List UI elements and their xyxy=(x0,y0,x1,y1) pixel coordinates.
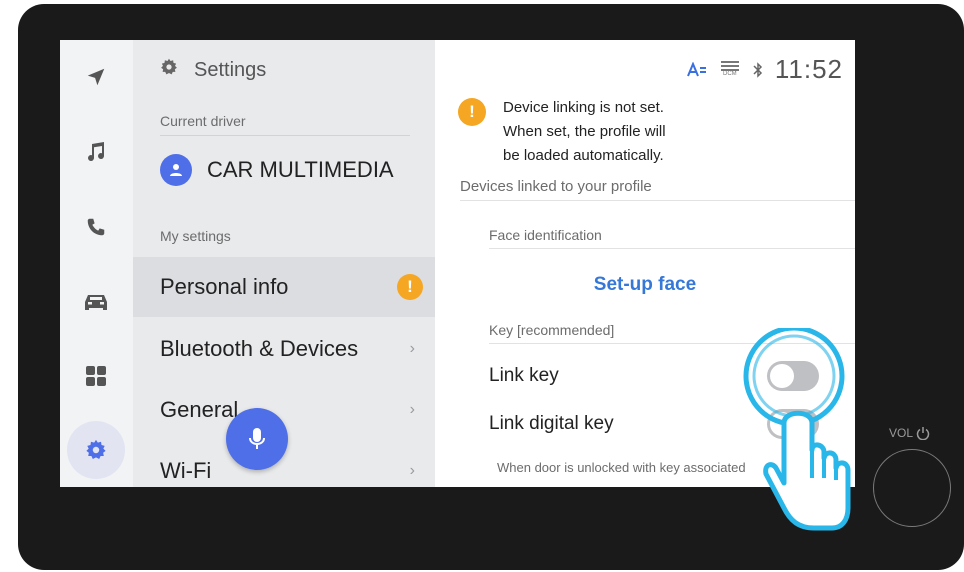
linked-devices-label: Devices linked to your profile xyxy=(460,178,652,195)
settings-item-label: General xyxy=(160,397,239,422)
microphone-icon xyxy=(249,428,265,449)
setup-face-button[interactable]: Set-up face xyxy=(435,274,855,296)
notice-line: Device linking is not set. xyxy=(503,99,664,116)
vol-label: VOL xyxy=(889,426,930,440)
car-icon[interactable] xyxy=(76,282,116,322)
navigation-icon[interactable] xyxy=(76,57,116,97)
settings-icon[interactable] xyxy=(67,421,125,479)
chevron-right-icon: › xyxy=(409,401,415,418)
my-settings-label: My settings xyxy=(160,228,231,244)
gear-icon xyxy=(160,58,178,82)
icon-rail xyxy=(60,40,133,487)
warning-icon: ! xyxy=(397,274,423,300)
link-digital-key-label: Link digital key xyxy=(489,413,614,434)
settings-item-bluetooth[interactable]: Bluetooth & Devices › xyxy=(133,319,435,379)
warning-icon: ! xyxy=(458,98,486,126)
dcm-icon: DCM xyxy=(720,61,739,78)
status-bar: DCM 11:52 xyxy=(686,54,843,85)
settings-item-label: Personal info xyxy=(160,274,289,299)
page-title: Settings xyxy=(194,58,267,81)
music-icon[interactable] xyxy=(76,132,116,172)
voice-button[interactable] xyxy=(226,408,288,470)
face-identification-label: Face identification xyxy=(489,227,602,243)
divider xyxy=(160,135,410,136)
vol-text: VOL xyxy=(889,426,914,440)
settings-item-label: Bluetooth & Devices xyxy=(160,336,359,361)
chevron-right-icon: › xyxy=(409,340,415,357)
notice-line: be loaded automatically. xyxy=(503,147,664,164)
dcm-label: DCM xyxy=(723,71,737,77)
divider xyxy=(460,200,855,201)
volume-knob[interactable] xyxy=(873,449,951,527)
notice-text: Device linking is not set. When set, the… xyxy=(503,96,666,168)
key-label: Key [recommended] xyxy=(489,322,615,338)
divider xyxy=(489,248,855,249)
settings-header: Settings xyxy=(160,58,266,82)
phone-icon[interactable] xyxy=(76,207,116,247)
settings-panel: Settings Current driver CAR MULTIMEDIA M… xyxy=(133,40,435,487)
text-size-icon xyxy=(686,61,706,76)
bluetooth-icon xyxy=(753,61,762,78)
current-driver[interactable]: CAR MULTIMEDIA xyxy=(160,154,394,186)
settings-item-personal-info[interactable]: Personal info ! xyxy=(133,257,435,317)
notice: ! Device linking is not set. When set, t… xyxy=(458,96,666,168)
apps-icon[interactable] xyxy=(76,356,116,396)
current-driver-label: Current driver xyxy=(160,113,246,129)
avatar xyxy=(160,154,192,186)
settings-item-label: Wi-Fi xyxy=(160,458,212,483)
touch-hand-icon xyxy=(743,328,851,531)
clock: 11:52 xyxy=(774,54,843,84)
chevron-right-icon: › xyxy=(409,462,415,479)
notice-line: When set, the profile will xyxy=(503,123,666,140)
power-icon xyxy=(916,427,930,440)
footnote: When door is unlocked with key associate… xyxy=(497,460,746,475)
driver-name: CAR MULTIMEDIA xyxy=(207,157,394,182)
link-key-label: Link key xyxy=(489,365,559,386)
